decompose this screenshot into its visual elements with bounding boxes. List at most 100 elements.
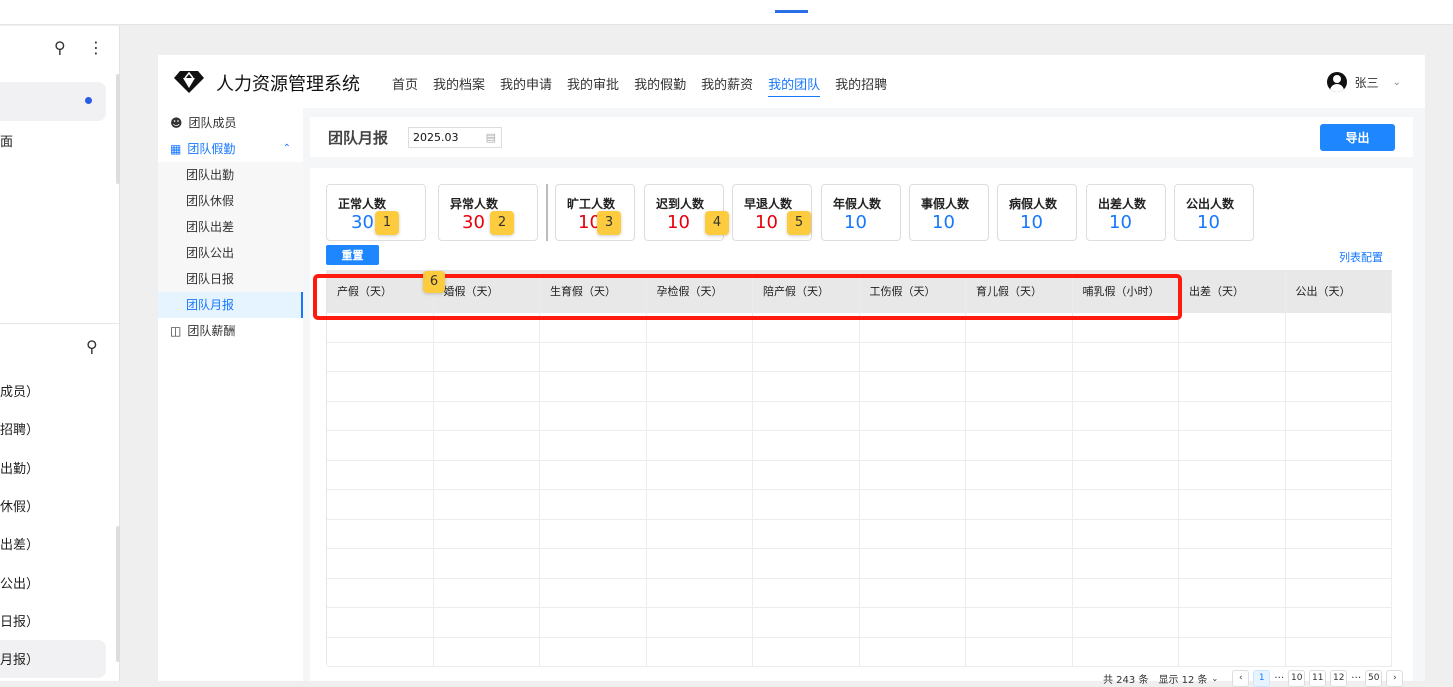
- left-list-item[interactable]: 成员）: [0, 381, 39, 400]
- nav-item[interactable]: 我的审批: [567, 74, 619, 97]
- page-button[interactable]: 11: [1309, 670, 1327, 687]
- table-cell: [966, 342, 1073, 371]
- table-cell: [860, 578, 966, 607]
- table-cell: [1073, 431, 1179, 460]
- app-window: 人力资源管理系统 首页 我的档案 我的申请 我的审批 我的假勤 我的薪资 我的团队 我的招聘 …: [158, 55, 1425, 681]
- page-button[interactable]: 10: [1288, 670, 1306, 687]
- user-menu[interactable]: 张三 ⌄: [1326, 72, 1401, 92]
- table-cell: [966, 578, 1073, 607]
- search-icon[interactable]: ⚲: [54, 38, 66, 57]
- stat-card[interactable]: 事假人数 10: [909, 184, 989, 241]
- column-header[interactable]: 出差（天）: [1179, 270, 1286, 313]
- top-bar: [0, 0, 1453, 25]
- sidebar-subitem[interactable]: 团队日报: [158, 266, 303, 292]
- page-button[interactable]: 12: [1330, 670, 1348, 687]
- table-cell: [327, 460, 434, 489]
- stat-label: 异常人数: [450, 197, 499, 211]
- more-icon[interactable]: ⋮: [88, 38, 104, 57]
- table-cell: [434, 608, 540, 637]
- nav-item[interactable]: 我的招聘: [835, 74, 887, 97]
- table-cell: [647, 490, 753, 519]
- user-name: 张三: [1354, 75, 1379, 90]
- table-row: [327, 608, 1392, 638]
- nav-item[interactable]: 我的假勤: [634, 74, 686, 97]
- stat-card[interactable]: 异常人数 30 2: [438, 184, 538, 241]
- nav-item[interactable]: 我的档案: [433, 74, 485, 97]
- left-list-item[interactable]: 休假）: [0, 496, 39, 515]
- scrollbar[interactable]: [116, 74, 120, 184]
- table-cell: [753, 637, 860, 666]
- column-header[interactable]: 公出（天）: [1286, 270, 1392, 313]
- sidebar-subitem[interactable]: 团队月报: [158, 292, 303, 318]
- nav-item[interactable]: 首页: [392, 74, 418, 97]
- nav-item[interactable]: 我的申请: [500, 74, 552, 97]
- stat-card[interactable]: 正常人数 30 1: [326, 184, 426, 241]
- left-list-item[interactable]: 月报）: [0, 649, 39, 668]
- column-config-link[interactable]: 列表配置: [1339, 249, 1383, 265]
- chevron-down-icon: ⌄: [1392, 76, 1401, 88]
- left-list-item[interactable]: 出勤）: [0, 458, 39, 477]
- active-tab-underline: [775, 10, 808, 13]
- sidebar-subitem[interactable]: 团队出勤: [158, 162, 303, 188]
- stat-card[interactable]: 年假人数 10: [821, 184, 901, 241]
- table-cell: [1179, 519, 1286, 548]
- stat-value: 10: [1109, 212, 1132, 233]
- stat-label: 迟到人数: [656, 197, 705, 211]
- table-cell: [1073, 372, 1179, 401]
- page-button[interactable]: 50: [1365, 670, 1383, 687]
- sidebar-item-attendance[interactable]: ▦ 团队假勤 ⌃: [158, 136, 303, 162]
- stat-card[interactable]: 旷工人数 10 3: [555, 184, 635, 241]
- nav-item[interactable]: 我的团队: [768, 74, 821, 97]
- table-cell: [327, 608, 434, 637]
- left-list-item[interactable]: 日报）: [0, 611, 39, 630]
- table-cell: [860, 431, 966, 460]
- sidebar-subitem[interactable]: 团队休假: [158, 188, 303, 214]
- table-cell: [540, 431, 647, 460]
- table-cell: [1073, 490, 1179, 519]
- table-row: [327, 460, 1392, 490]
- table-cell: [860, 460, 966, 489]
- left-list-item[interactable]: 公出）: [0, 573, 39, 592]
- stat-label: 出差人数: [1098, 197, 1147, 211]
- month-picker[interactable]: 2025.03 ▤: [408, 127, 502, 148]
- page-button[interactable]: 1: [1253, 670, 1271, 687]
- stat-card[interactable]: 迟到人数 10 4: [644, 184, 729, 241]
- stat-card[interactable]: 早退人数 10 5: [732, 184, 812, 241]
- diamond-logo-icon: [174, 71, 204, 93]
- reset-button[interactable]: 重置: [326, 245, 379, 265]
- left-list-item[interactable]: 出差）: [0, 534, 39, 553]
- table-cell: [1179, 578, 1286, 607]
- table-cell: [966, 431, 1073, 460]
- stat-card[interactable]: 公出人数 10: [1174, 184, 1254, 241]
- prev-page-button[interactable]: ‹: [1232, 670, 1250, 687]
- sidebar-item-members[interactable]: ☻ 团队成员: [158, 110, 303, 136]
- nav-item[interactable]: 我的薪资: [701, 74, 753, 97]
- table-cell: [540, 372, 647, 401]
- table-cell: [434, 490, 540, 519]
- label: 团队假勤: [187, 142, 236, 156]
- table-row: [327, 637, 1392, 667]
- stat-card[interactable]: 出差人数 10: [1086, 184, 1166, 241]
- annotation-badge: 2: [490, 211, 514, 235]
- sidebar-subitem[interactable]: 团队公出: [158, 240, 303, 266]
- export-button[interactable]: 导出: [1320, 124, 1395, 151]
- scrollbar[interactable]: [116, 526, 120, 662]
- table-cell: [1073, 342, 1179, 371]
- sidebar-subitem[interactable]: 团队出差: [158, 214, 303, 240]
- table-cell: [434, 460, 540, 489]
- stat-label: 事假人数: [921, 197, 970, 211]
- left-panel: ⚲ ⋮ 面 ⚲ 成员） 招聘） 出勤） 休假） 出差） 公出） 日报） 月报）: [0, 26, 120, 681]
- table-cell: [966, 637, 1073, 666]
- table-cell: [434, 372, 540, 401]
- page-title: 团队月报: [328, 129, 389, 147]
- table-cell: [1073, 519, 1179, 548]
- left-list-item[interactable]: 招聘）: [0, 419, 39, 438]
- stat-card[interactable]: 病假人数 10: [997, 184, 1077, 241]
- table-cell: [1286, 519, 1392, 548]
- search-icon[interactable]: ⚲: [86, 337, 98, 356]
- sidebar-item-salary[interactable]: ◫ 团队薪酬: [158, 318, 303, 344]
- next-page-button[interactable]: ›: [1386, 670, 1404, 687]
- page-size-select[interactable]: 显示 12 条: [1158, 671, 1207, 686]
- table-cell: [434, 431, 540, 460]
- table-row: [327, 372, 1392, 402]
